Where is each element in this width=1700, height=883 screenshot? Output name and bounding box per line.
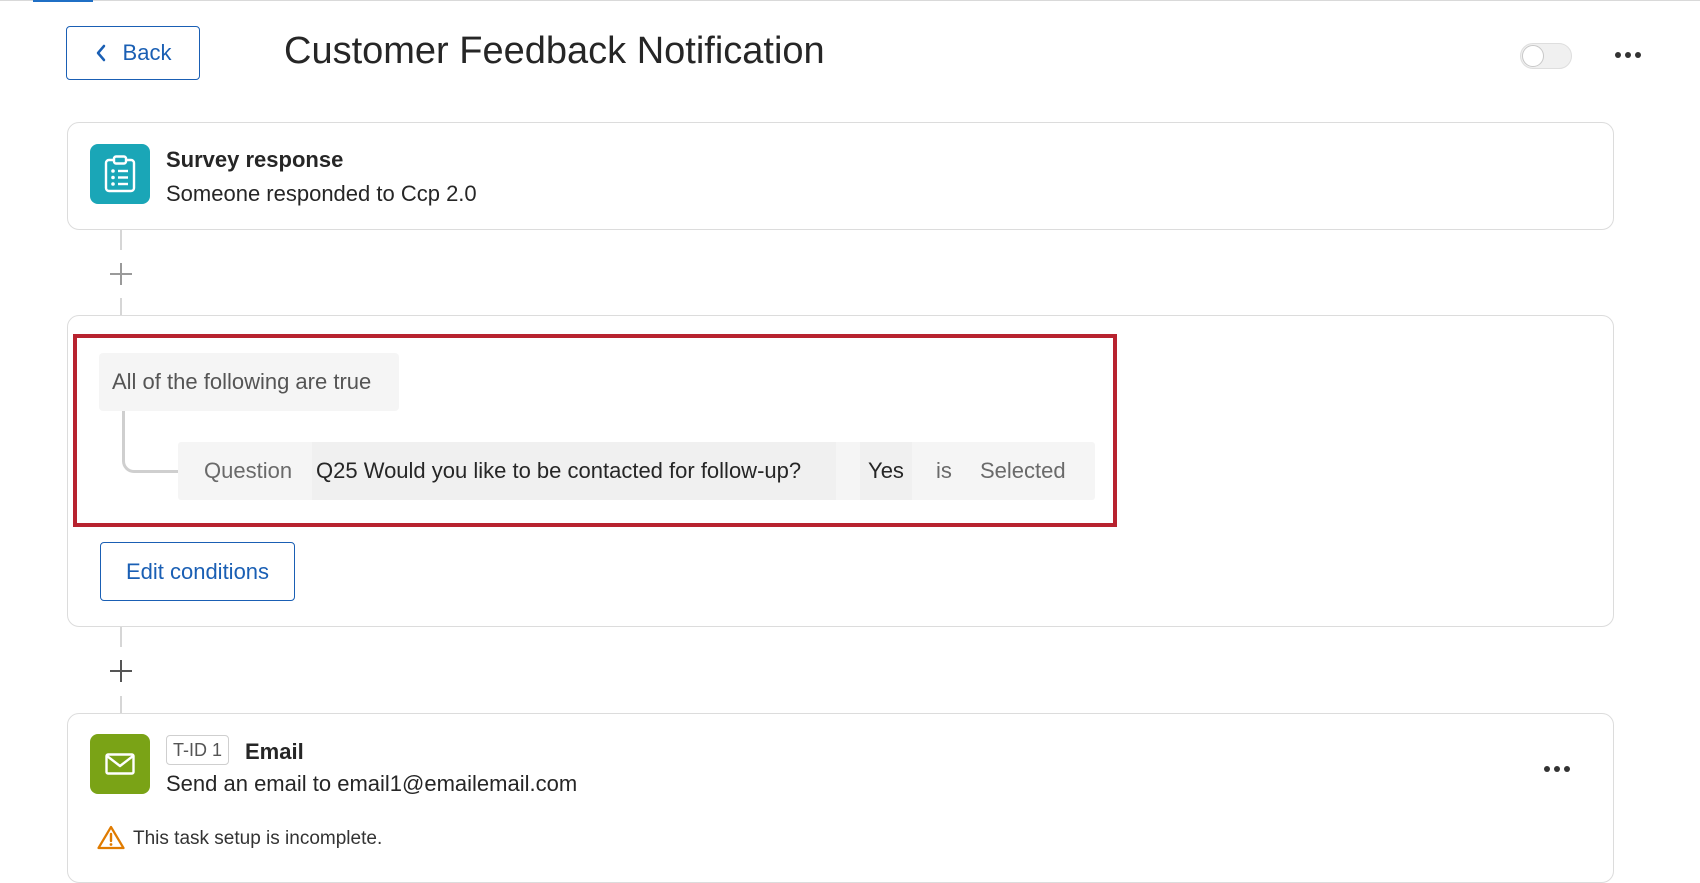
connector-line: [120, 627, 122, 647]
edit-conditions-button[interactable]: Edit conditions: [100, 542, 295, 601]
add-step-plus-icon[interactable]: [109, 262, 133, 286]
highlight-box: [73, 334, 1117, 527]
back-button[interactable]: Back: [66, 26, 200, 80]
add-step-plus-icon[interactable]: [109, 659, 133, 683]
connector-line: [120, 230, 122, 250]
toggle-knob: [1522, 45, 1544, 67]
trigger-card[interactable]: [67, 122, 1614, 230]
warning-icon: [97, 825, 125, 850]
connector-line: [120, 696, 122, 713]
chevron-left-icon: [96, 44, 105, 62]
connector-line: [120, 298, 122, 315]
trigger-subtitle: Someone responded to Ccp 2.0: [166, 181, 477, 206]
top-accent: [33, 0, 93, 2]
more-options-icon[interactable]: [1608, 42, 1648, 68]
task-warning-text: This task setup is incomplete.: [133, 828, 383, 849]
task-id-badge: T-ID 1: [166, 735, 230, 765]
envelope-icon: [90, 734, 150, 794]
clipboard-list-icon: [90, 144, 150, 204]
back-button-label: Back: [122, 40, 172, 65]
page-title: Customer Feedback Notification: [284, 30, 825, 72]
task-subtitle: Send an email to email1@emailemail.com: [166, 771, 578, 796]
workflow-toggle[interactable]: [1520, 43, 1572, 69]
task-more-options-icon[interactable]: [1537, 756, 1577, 782]
task-title: Email: [245, 739, 304, 764]
top-divider: [0, 0, 1700, 1]
trigger-title: Survey response: [166, 147, 344, 172]
